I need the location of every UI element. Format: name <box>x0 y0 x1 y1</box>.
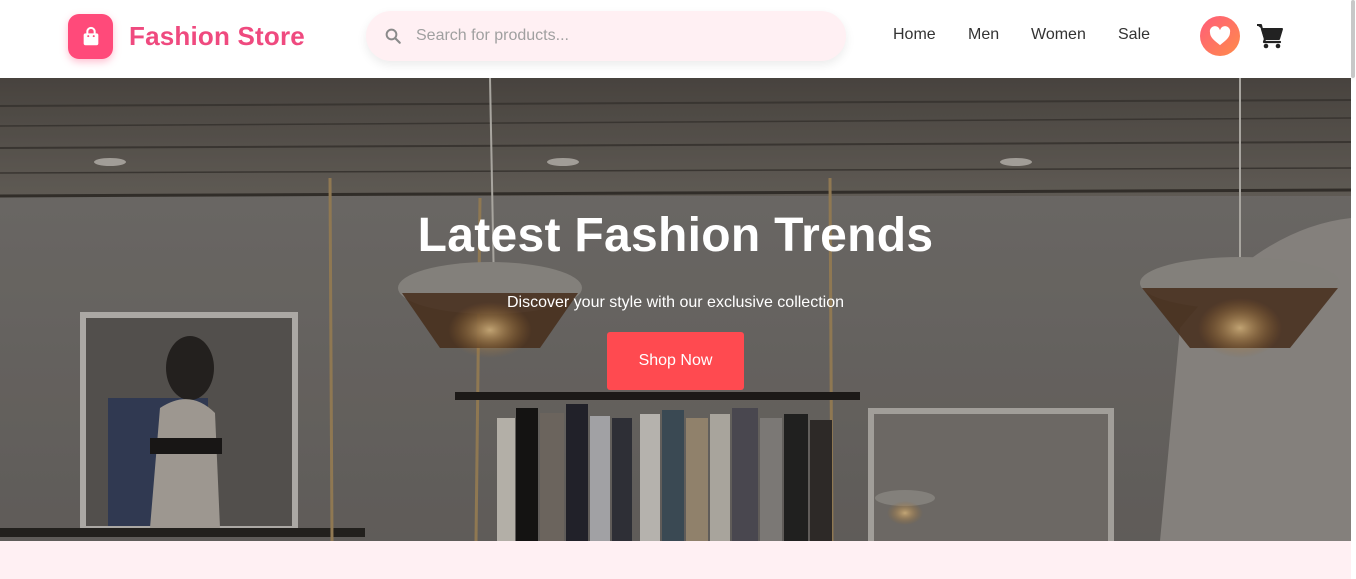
nav-link-sale[interactable]: Sale <box>1118 26 1150 44</box>
nav-link-men[interactable]: Men <box>968 26 999 44</box>
search-icon <box>385 28 401 44</box>
shopping-bag-icon <box>68 14 113 59</box>
nav-link-women[interactable]: Women <box>1031 26 1086 44</box>
scrollbar-thumb[interactable] <box>1351 0 1355 78</box>
search-bar <box>366 11 846 61</box>
heart-icon <box>1209 26 1231 46</box>
cart-icon <box>1257 24 1283 49</box>
next-section <box>0 541 1351 579</box>
scrollbar[interactable] <box>1350 0 1356 78</box>
shop-now-button[interactable]: Shop Now <box>607 332 744 390</box>
hero-banner: Latest Fashion Trends Discover your styl… <box>0 78 1351 541</box>
nav-link-home[interactable]: Home <box>893 26 936 44</box>
wishlist-button[interactable] <box>1200 16 1240 56</box>
hero-title: Latest Fashion Trends <box>417 209 934 262</box>
brand-logo[interactable]: Fashion Store <box>68 14 305 59</box>
site-header: Fashion Store Home Men Women Sale <box>0 0 1356 78</box>
search-input[interactable] <box>416 11 826 61</box>
cart-button[interactable] <box>1256 22 1284 50</box>
hero-subtitle: Discover your style with our exclusive c… <box>506 294 844 311</box>
brand-name: Fashion Store <box>129 21 305 51</box>
